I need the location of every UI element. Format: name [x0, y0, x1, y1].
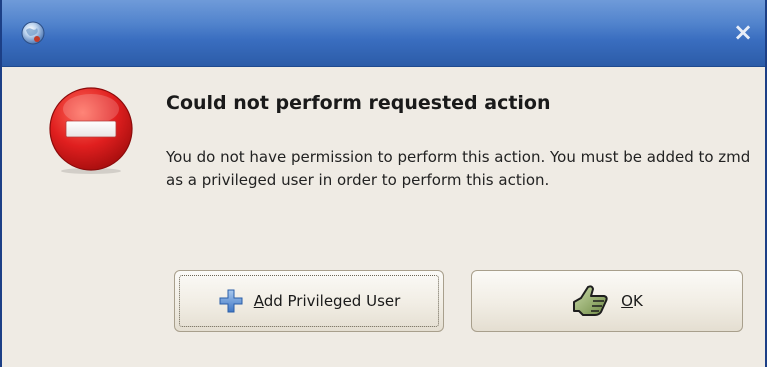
- ok-label: OK: [621, 292, 643, 310]
- app-globe-icon: [21, 21, 45, 45]
- add-privileged-user-button[interactable]: Add Privileged User: [174, 270, 444, 332]
- title-bar[interactable]: ×: [2, 0, 765, 67]
- dialog-heading: Could not perform requested action: [166, 92, 551, 114]
- thumbs-up-icon: [573, 285, 608, 316]
- error-no-entry-icon: [49, 87, 133, 174]
- close-icon[interactable]: ×: [731, 20, 755, 44]
- dialog-window: × Could not perform requested action You…: [0, 0, 767, 367]
- ok-button[interactable]: OK: [471, 270, 743, 332]
- plus-icon: [219, 289, 243, 313]
- dialog-message: You do not have permission to perform th…: [166, 148, 751, 189]
- add-privileged-user-label: Add Privileged User: [253, 292, 401, 310]
